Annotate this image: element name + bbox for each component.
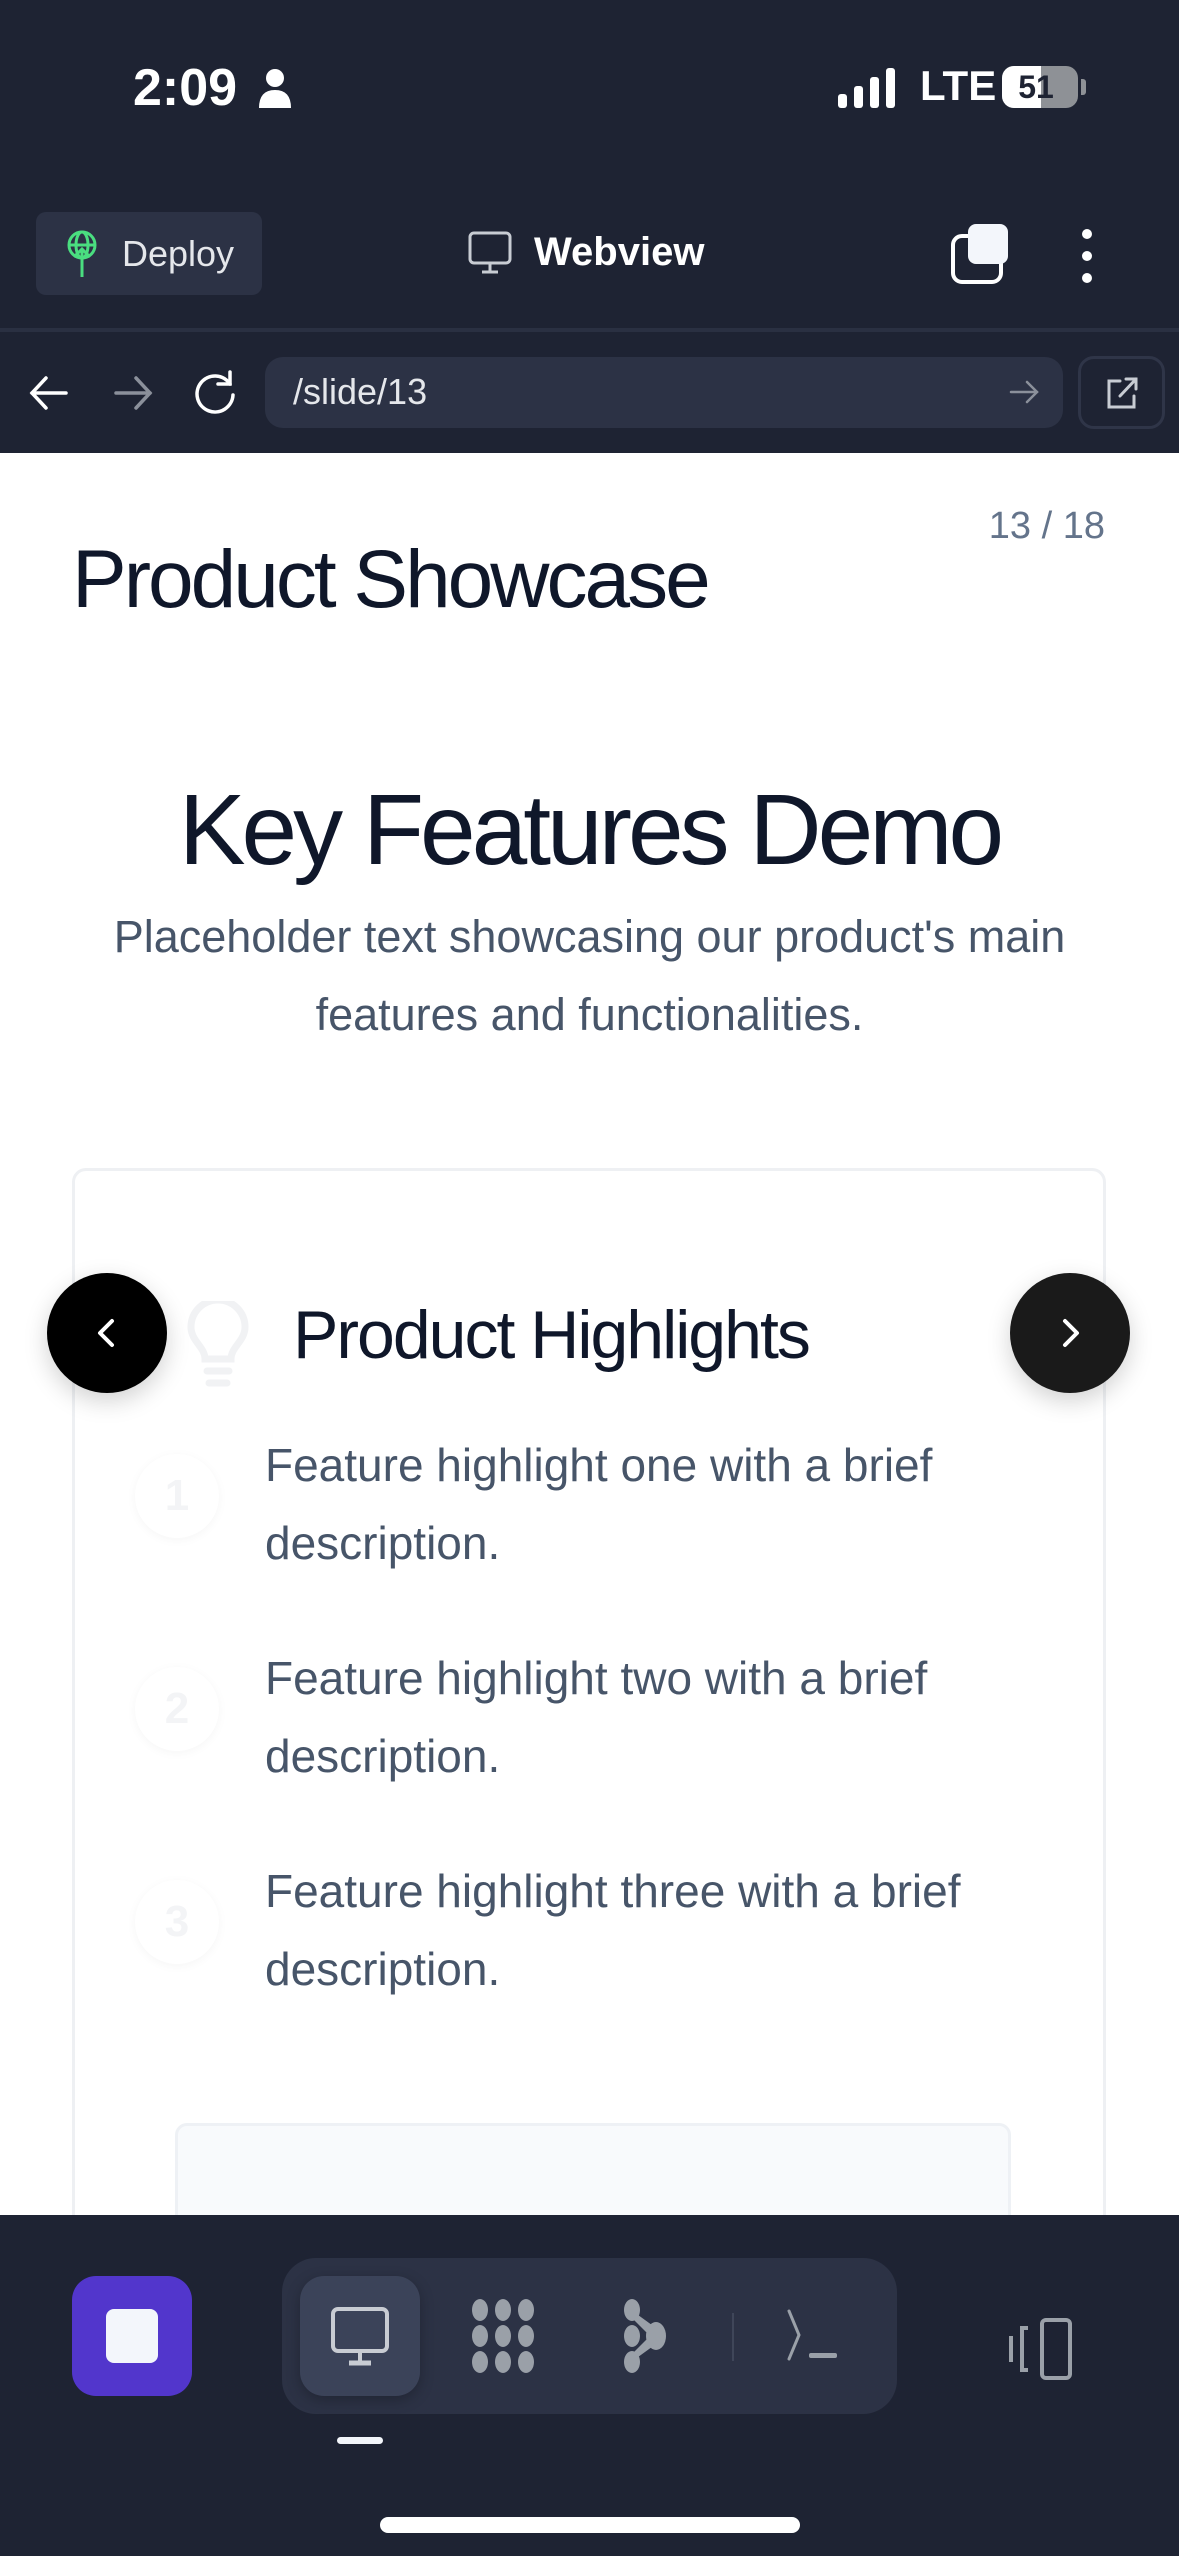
terminal-icon bbox=[787, 2309, 837, 2361]
inner-panel bbox=[175, 2123, 1011, 2215]
url-bar: /slide/13 bbox=[0, 336, 1179, 453]
chevron-right-icon bbox=[1063, 1319, 1079, 1347]
chevron-left-icon bbox=[98, 1319, 114, 1347]
tab-terminal[interactable] bbox=[754, 2276, 874, 2396]
external-link-icon bbox=[1107, 377, 1137, 408]
deploy-globe-icon bbox=[67, 230, 97, 277]
go-arrow-icon[interactable] bbox=[1007, 375, 1041, 409]
deploy-label: Deploy bbox=[122, 232, 235, 274]
list-item: 2 Feature highlight two with a brief des… bbox=[135, 1639, 1085, 1795]
header-title: Webview bbox=[534, 230, 705, 274]
item-number: 3 bbox=[135, 1880, 219, 1964]
open-external-button[interactable] bbox=[1078, 356, 1165, 429]
reload-icon[interactable] bbox=[190, 368, 240, 418]
app-header: Deploy Webview bbox=[0, 200, 1179, 332]
deck-title: Product Showcase bbox=[72, 534, 711, 625]
network-type: LTE bbox=[920, 62, 997, 109]
highlights-card: Product Highlights 1 Feature highlight o… bbox=[72, 1168, 1106, 2215]
forward-arrow-icon[interactable] bbox=[108, 368, 158, 418]
slide-counter: 13 / 18 bbox=[988, 505, 1105, 547]
item-text: Feature highlight three with a brief des… bbox=[265, 1865, 961, 1995]
home-indicator[interactable] bbox=[380, 2517, 800, 2533]
status-bar: 2:09 LTE 51 bbox=[0, 0, 1179, 200]
slide-heading: Key Features Demo bbox=[178, 774, 1004, 886]
url-text: /slide/13 bbox=[293, 371, 428, 412]
webview-title: Webview bbox=[468, 230, 704, 275]
tab-git[interactable] bbox=[585, 2276, 705, 2396]
person-icon bbox=[259, 69, 291, 108]
item-text: Feature highlight two with a brief descr… bbox=[265, 1652, 928, 1782]
lightbulb-icon bbox=[187, 1301, 249, 1387]
battery-icon: 51 bbox=[1002, 66, 1078, 108]
deploy-button[interactable]: Deploy bbox=[36, 212, 262, 295]
view-switcher bbox=[282, 2258, 897, 2414]
next-slide-button[interactable] bbox=[1010, 1273, 1130, 1393]
grid-dots-icon bbox=[472, 2299, 534, 2373]
divider bbox=[732, 2313, 734, 2361]
bottom-toolbar bbox=[0, 2215, 1179, 2556]
battery-nub bbox=[1081, 79, 1086, 95]
device-toggle-icon[interactable] bbox=[1008, 2318, 1080, 2380]
item-number: 2 bbox=[135, 1667, 219, 1751]
more-vertical-icon[interactable] bbox=[1072, 226, 1102, 286]
active-tab-indicator bbox=[337, 2437, 383, 2444]
tab-webview[interactable] bbox=[300, 2276, 420, 2396]
stop-icon bbox=[106, 2309, 158, 2363]
branch-icon bbox=[624, 2299, 666, 2373]
tabs-icon[interactable] bbox=[950, 222, 1010, 284]
item-text: Feature highlight one with a brief descr… bbox=[265, 1439, 933, 1569]
card-title: Product Highlights bbox=[293, 1297, 811, 1373]
prev-slide-button[interactable] bbox=[47, 1273, 167, 1393]
signal-icon bbox=[838, 68, 895, 108]
url-input[interactable]: /slide/13 bbox=[265, 357, 1063, 428]
monitor-icon bbox=[468, 231, 512, 273]
list-item: 3 Feature highlight three with a brief d… bbox=[135, 1852, 1085, 2008]
battery-level: 51 bbox=[1018, 69, 1054, 105]
status-time: 2:09 bbox=[133, 59, 238, 117]
item-number: 1 bbox=[135, 1454, 219, 1538]
webview-content: 13 / 18 Product Showcase Key Features De… bbox=[0, 453, 1179, 2215]
stop-button[interactable] bbox=[72, 2276, 192, 2396]
slide-subtitle: Placeholder text showcasing our product'… bbox=[113, 911, 1066, 1040]
monitor-icon bbox=[331, 2307, 389, 2366]
back-arrow-icon[interactable] bbox=[24, 368, 74, 418]
list-item: 1 Feature highlight one with a brief des… bbox=[135, 1426, 1085, 1582]
tab-apps[interactable] bbox=[443, 2276, 563, 2396]
